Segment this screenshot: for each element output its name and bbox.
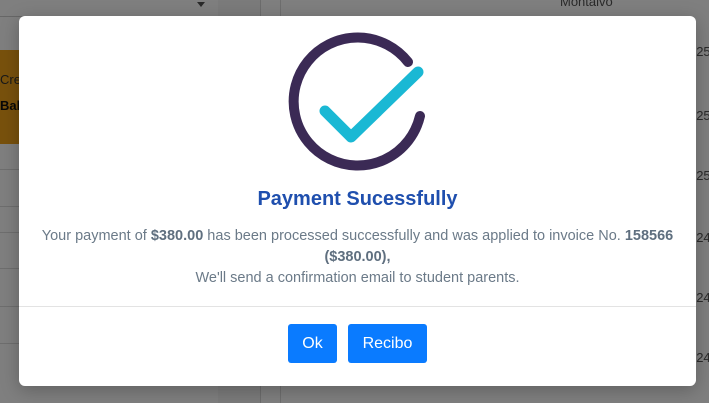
dialog-message: Your payment of $380.00 has been process… [29,226,686,289]
ok-button[interactable]: Ok [288,324,337,363]
invoice-amount: ($380.00), [324,249,391,265]
dialog-title: Payment Sucessfully [257,188,458,210]
message-line2: We'll send a confirmation email to stude… [195,270,520,286]
dialog-footer: Ok Recibo [19,324,696,363]
recibo-button[interactable]: Recibo [348,324,427,363]
message-prefix: Your payment of [41,228,151,244]
payment-success-dialog: Payment Sucessfully Your payment of $380… [19,16,696,386]
message-middle: has been processed successfully and was … [203,228,625,244]
dialog-divider [19,306,696,307]
invoice-number: 158566 [624,228,674,244]
payment-amount: $380.00 [150,228,204,244]
check-circle-icon [288,32,425,171]
